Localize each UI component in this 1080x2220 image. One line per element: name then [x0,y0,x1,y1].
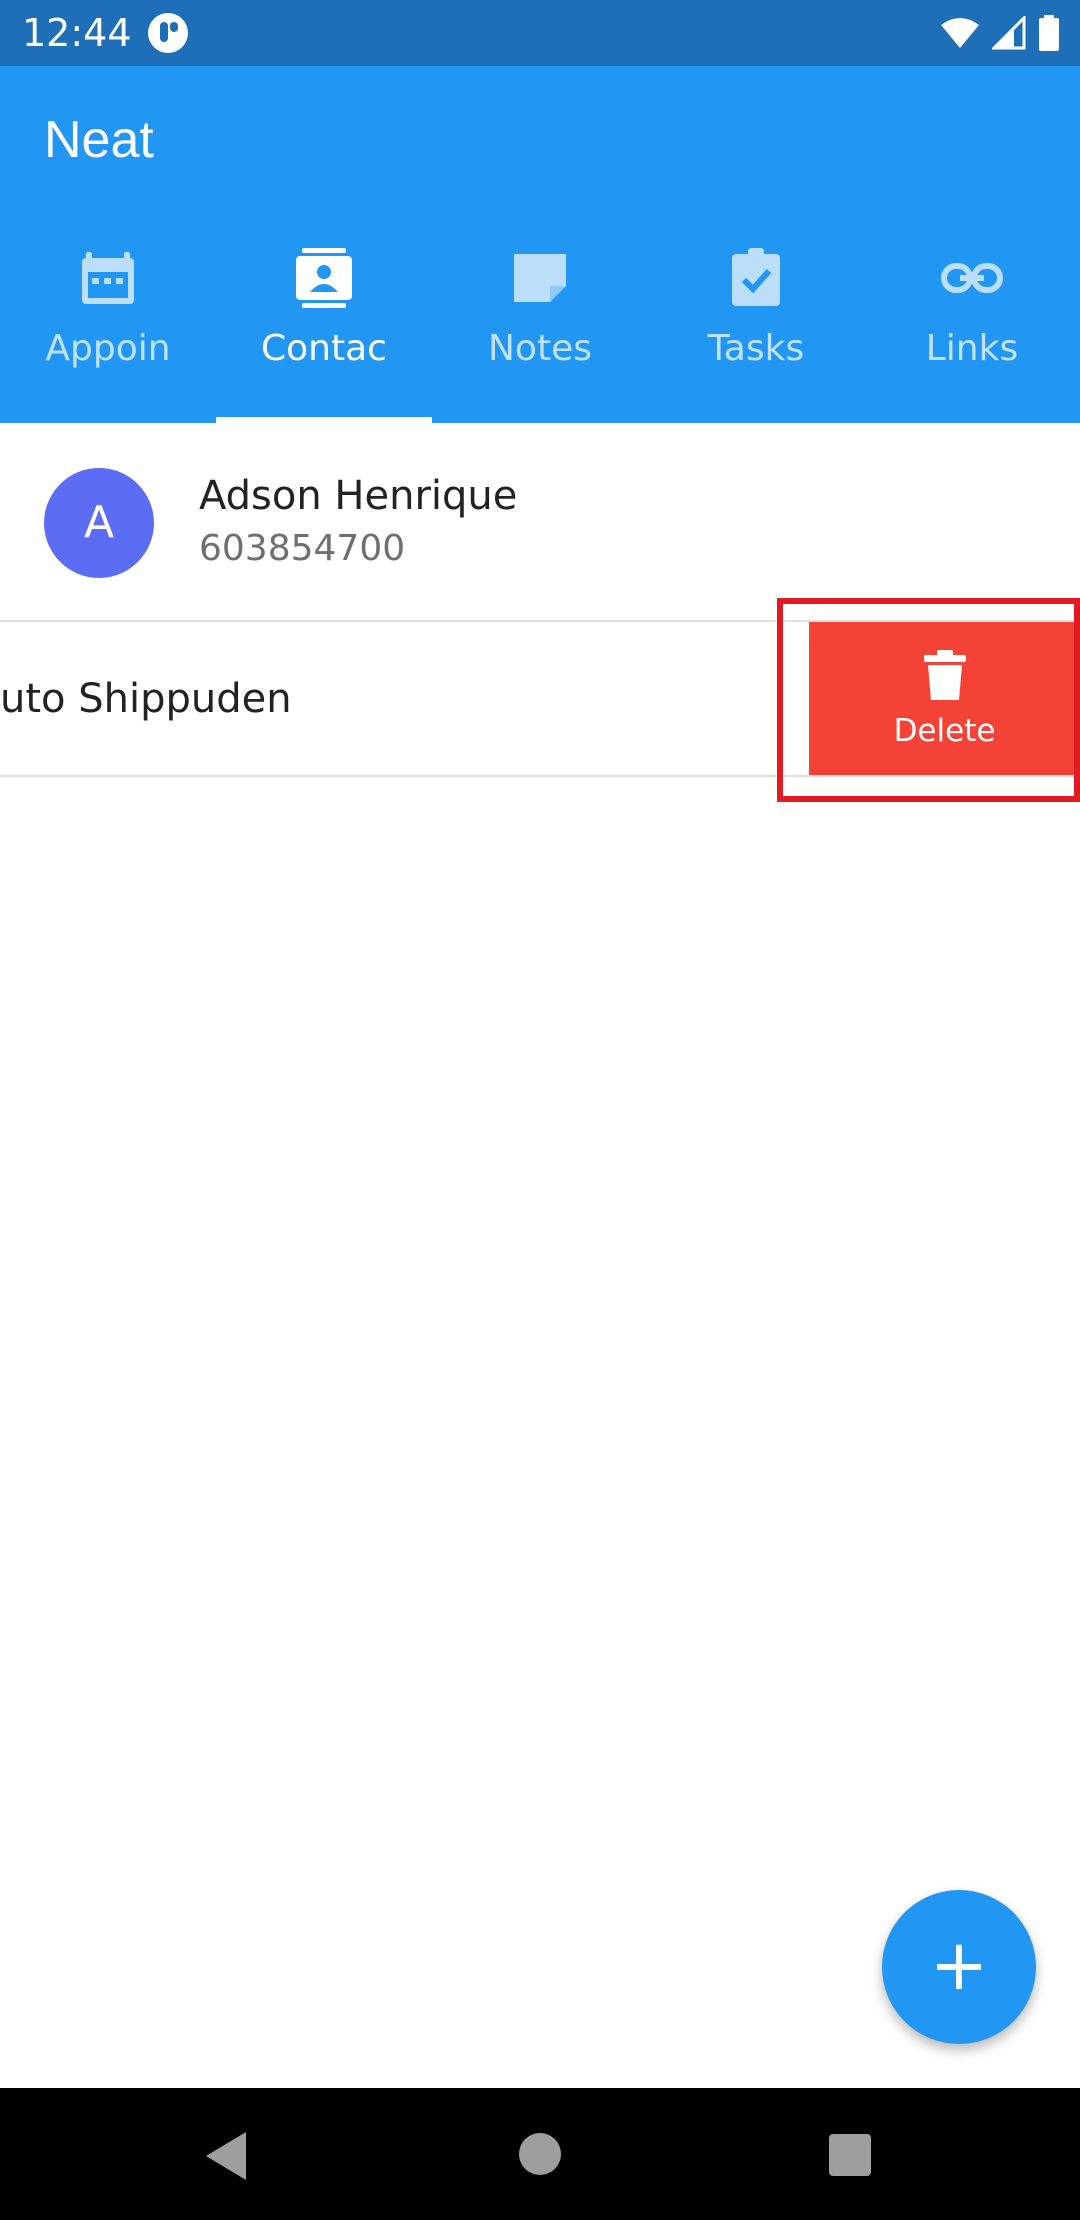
note-icon [514,254,566,302]
battery-icon [1039,15,1059,51]
signal-icon [992,16,1026,50]
status-time: 12:44 [22,11,132,55]
clipboard-check-icon [732,248,780,306]
app-bar: Neat Appoin Contac Notes Tasks Links [0,66,1080,423]
tab-label: Links [925,328,1019,369]
tab-label: Contac [261,328,387,369]
tab-tasks[interactable]: Tasks [648,226,864,423]
contact-list-item[interactable]: A Adson Henrique 603854700 [0,423,1080,622]
navigation-bar [0,2088,1080,2220]
highlight-box [777,598,1080,802]
plus-icon: + [929,1924,989,2006]
tab-links[interactable]: Links [864,226,1080,423]
tab-label: Tasks [707,328,805,369]
contact-name: Adson Henrique [199,473,518,519]
contact-phone: 603854700 [199,528,406,569]
calendar-icon [82,252,134,304]
home-icon[interactable] [519,2133,561,2175]
tab-appointments[interactable]: Appoin [0,226,216,423]
tab-label: Appoin [45,328,171,369]
app-title: Neat [44,111,154,169]
contact-name: uto Shippuden [0,676,292,722]
add-contact-button[interactable]: + [882,1890,1036,2044]
back-icon[interactable] [206,2132,246,2180]
app-notification-icon [148,13,188,53]
link-icon [941,263,1003,293]
status-icons [940,14,1060,52]
recents-icon[interactable] [829,2134,871,2176]
tab-notes[interactable]: Notes [432,226,648,423]
tab-contacts[interactable]: Contac [216,226,432,423]
wifi-icon [941,18,979,48]
contact-card-icon [296,248,352,308]
status-bar: 12:44 [0,0,1080,66]
tab-bar: Appoin Contac Notes Tasks Links [0,226,1080,423]
avatar: A [44,468,154,578]
tab-label: Notes [488,328,592,369]
